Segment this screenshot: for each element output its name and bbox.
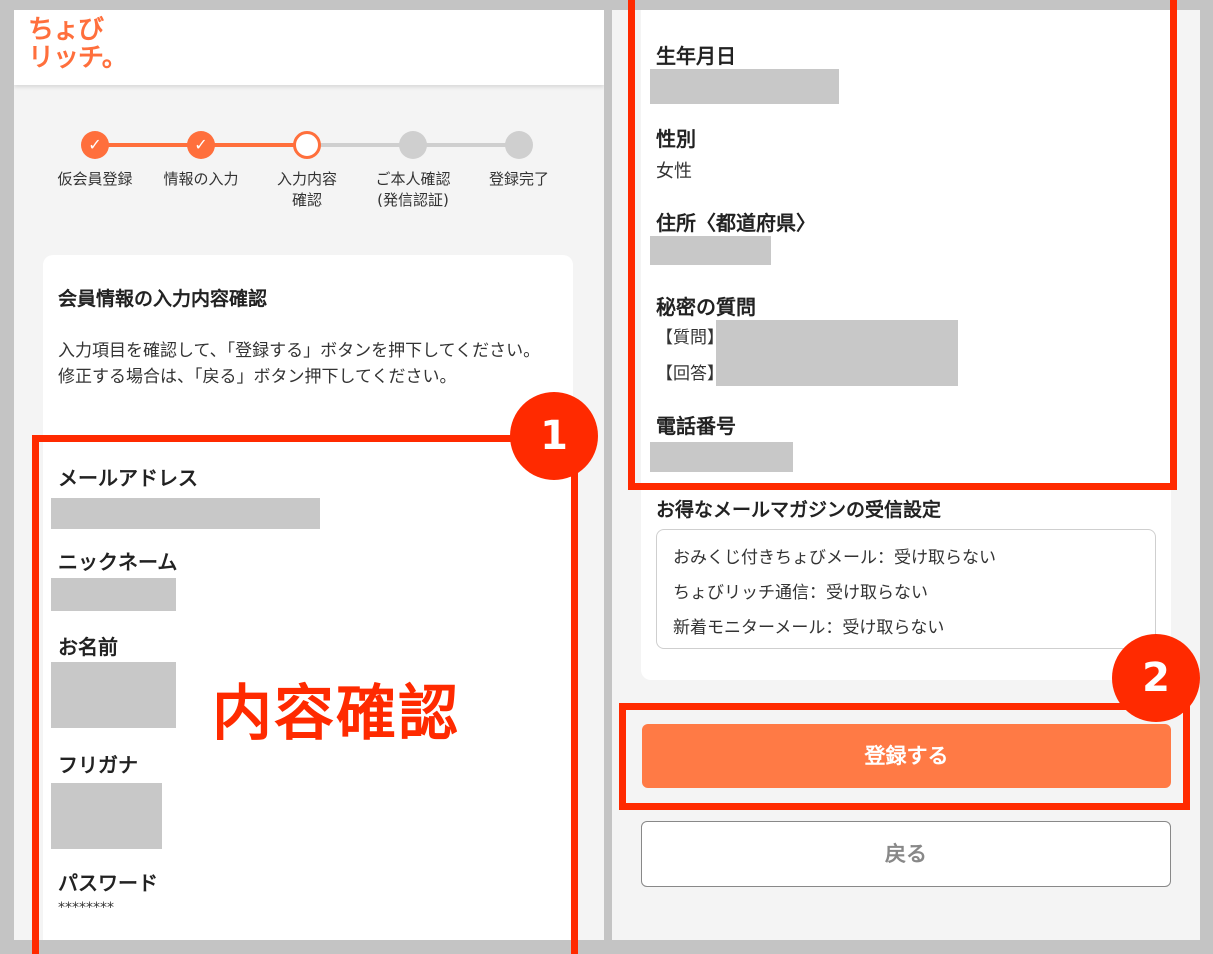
step-4-dot	[399, 131, 427, 159]
magazine-item: ちょびリッチ通信：受け取らない	[673, 583, 928, 603]
magazine-item: おみくじ付きちょびメール：受け取らない	[673, 548, 996, 568]
annotation-box-2	[619, 703, 1190, 810]
magazine-settings-box: おみくじ付きちょびメール：受け取らない ちょびリッチ通信：受け取らない 新着モニ…	[656, 529, 1156, 649]
step-5-dot	[505, 131, 533, 159]
back-button[interactable]: 戻る	[641, 821, 1171, 887]
step-3-label: 入力内容 確認	[276, 170, 337, 209]
step-5-label: 登録完了	[488, 170, 549, 188]
confirm-card-title: 会員情報の入力内容確認	[58, 288, 268, 310]
step-2-check-icon: ✓	[187, 131, 215, 159]
annotation-badge-2: 2	[1112, 634, 1200, 722]
step-3-current-dot	[293, 131, 321, 159]
step-1-label: 仮会員登録	[57, 170, 133, 188]
site-header: ちょび リッチ。	[14, 10, 604, 85]
annotation-box-right-fields	[628, 0, 1177, 490]
step-2-label: 情報の入力	[163, 170, 239, 188]
annotation-box-1	[32, 435, 578, 954]
magazine-label: お得なメールマガジンの受信設定	[656, 499, 942, 521]
logo-line-2: リッチ。	[28, 43, 128, 73]
site-logo[interactable]: ちょび リッチ。	[28, 15, 128, 73]
step-1-check-icon: ✓	[81, 131, 109, 159]
magazine-item: 新着モニターメール：受け取らない	[673, 618, 945, 638]
confirm-card-description: 入力項目を確認して、「登録する」ボタンを押下してください。 修正する場合は、「戻…	[58, 341, 541, 387]
step-4-label: ご本人確認 (発信認証)	[375, 170, 451, 209]
annotation-badge-1: 1	[510, 392, 598, 480]
logo-line-1: ちょび	[28, 15, 104, 45]
